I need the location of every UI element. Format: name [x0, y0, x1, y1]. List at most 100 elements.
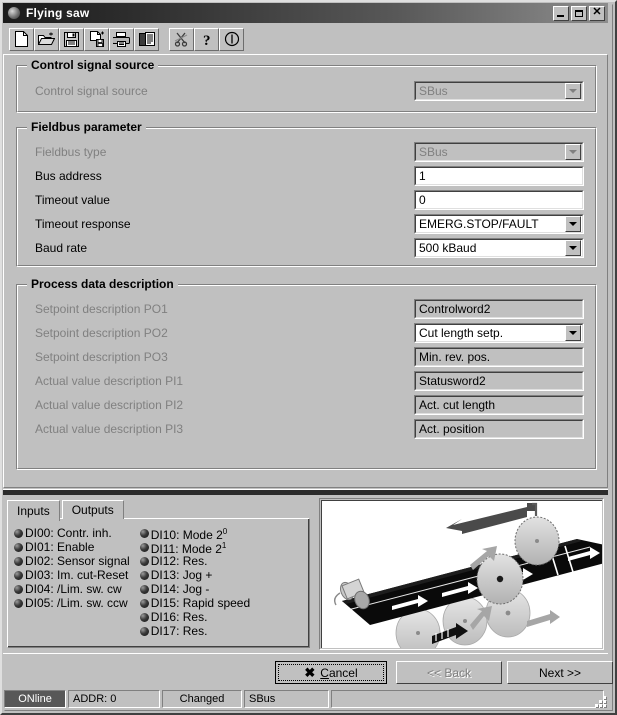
chevron-down-icon[interactable]	[565, 240, 581, 256]
cancel-button[interactable]: ✖ Cancel	[275, 661, 387, 684]
help-question-icon: ?	[203, 33, 211, 47]
splitter-bar[interactable]	[3, 489, 608, 495]
new-file-icon	[15, 31, 28, 47]
label-setpoint-po1: Setpoint description PO1	[35, 302, 168, 316]
textbox-bus-address[interactable]: 1	[414, 166, 584, 186]
digital-input-column-left: DI00: Contr. inh. DI01: Enable DI02: Sen…	[14, 526, 130, 638]
chevron-down-icon[interactable]	[565, 216, 581, 232]
toolbar-separator	[159, 39, 169, 40]
save-as-icon	[89, 31, 104, 47]
cancel-focus-ring: ✖ Cancel	[278, 664, 384, 681]
status-spacer	[331, 690, 604, 708]
value-actual-pi3: Act. position	[419, 422, 485, 436]
combobox-timeout-response[interactable]: EMERG.STOP/FAULT	[414, 214, 584, 234]
tab-outputs-label: Outputs	[71, 503, 114, 517]
tab-outputs[interactable]: Outputs	[61, 500, 124, 519]
led-indicator-icon	[139, 542, 149, 552]
value-actual-pi1: Statusword2	[419, 374, 486, 388]
illustration-panel	[319, 498, 604, 650]
di-label: DI15: Rapid speed	[150, 595, 251, 610]
label-actual-pi1: Actual value description PI1	[35, 374, 184, 388]
combobox-setpoint-po2[interactable]: Cut length setp.	[414, 323, 584, 343]
led-indicator-icon	[14, 542, 23, 552]
value-setpoint-po3: Min. rev. pos.	[419, 350, 491, 364]
save-button[interactable]	[59, 27, 84, 51]
field-row-setpoint-po1: Setpoint description PO1 Controlword2	[17, 299, 596, 320]
di-label: DI17: Res.	[150, 623, 208, 638]
field-row-actual-pi2: Actual value description PI2 Act. cut le…	[17, 395, 596, 416]
label-timeout-value: Timeout value	[35, 193, 110, 207]
combobox-face: EMERG.STOP/FAULT	[415, 215, 583, 233]
title-bar[interactable]: Flying saw ✕	[3, 3, 608, 23]
led-indicator-icon	[139, 528, 149, 538]
label-control-signal-source: Control signal source	[35, 84, 148, 98]
maximize-icon	[575, 9, 583, 17]
combobox-fieldbus-type[interactable]: SBus	[414, 142, 584, 162]
label-actual-pi2: Actual value description PI2	[35, 398, 184, 412]
di-label: DI16: Res.	[150, 609, 208, 624]
combobox-baud-rate[interactable]: 500 kBaud	[414, 238, 584, 258]
main-content: Control signal source Control signal sou…	[3, 54, 608, 488]
combobox-face: SBus	[415, 143, 583, 161]
combobox-face: 500 kBaud	[415, 239, 583, 257]
field-row-actual-pi3: Actual value description PI3 Act. positi…	[17, 419, 596, 440]
toolbar: ?	[3, 25, 608, 53]
help-button[interactable]: ?	[194, 27, 219, 51]
report-button[interactable]	[134, 27, 159, 51]
label-actual-pi3: Actual value description PI3	[35, 422, 184, 436]
field-row-control-signal-source: Control signal source SBus	[17, 81, 596, 102]
value-setpoint-po1: Controlword2	[419, 302, 491, 316]
chevron-down-icon[interactable]	[565, 325, 581, 341]
print-button[interactable]	[109, 27, 134, 51]
minimize-button[interactable]	[553, 5, 569, 21]
resize-grip-icon[interactable]	[592, 693, 606, 707]
io-tab-panel: Inputs Outputs DI00: Contr. inh. DI01: E…	[7, 500, 310, 648]
field-row-fieldbus-type: Fieldbus type SBus	[17, 142, 596, 163]
led-indicator-icon	[139, 570, 149, 580]
status-connection: ONline	[4, 690, 66, 708]
readonly-setpoint-po3: Min. rev. pos.	[414, 347, 584, 367]
info-button[interactable]	[219, 27, 244, 51]
next-button[interactable]: Next >>	[507, 661, 613, 684]
textbox-timeout-value[interactable]: 0	[414, 190, 584, 210]
readonly-actual-pi1: Statusword2	[414, 371, 584, 391]
di-label: DI13: Jog +	[150, 567, 213, 582]
group-title-process-data-description: Process data description	[27, 277, 178, 291]
save-disk-icon	[64, 31, 79, 47]
list-item: DI02: Sensor signal	[14, 554, 130, 568]
window-title: Flying saw	[26, 6, 90, 20]
field-row-actual-pi1: Actual value description PI1 Statusword2	[17, 371, 596, 392]
tab-strip: Inputs Outputs	[7, 500, 126, 521]
chevron-down-icon[interactable]	[565, 144, 581, 160]
di-label: DI05: /Lim. sw. ccw	[25, 595, 128, 610]
svg-text:?: ?	[203, 33, 211, 47]
digital-input-column-right: DI10: Mode 20 DI11: Mode 21 DI12: Res. D…	[139, 526, 251, 638]
combobox-face: Cut length setp.	[415, 324, 583, 342]
cut-button[interactable]	[169, 27, 194, 51]
cut-disabled-icon	[174, 32, 188, 47]
readonly-face: Controlword2	[415, 300, 583, 318]
readonly-face: Act. cut length	[415, 396, 583, 414]
close-button[interactable]: ✕	[589, 5, 605, 21]
list-item: DI01: Enable	[14, 540, 130, 554]
field-row-bus-address: Bus address 1	[17, 166, 596, 187]
combobox-control-signal-source[interactable]: SBus	[414, 81, 584, 101]
label-timeout-response: Timeout response	[35, 217, 131, 231]
new-file-button[interactable]	[9, 27, 34, 51]
tab-body-inputs: DI00: Contr. inh. DI01: Enable DI02: Sen…	[7, 518, 310, 648]
led-indicator-icon	[14, 584, 23, 594]
back-button[interactable]: << Back	[396, 661, 502, 684]
combobox-value-baud-rate: 500 kBaud	[419, 241, 477, 255]
readonly-actual-pi3: Act. position	[414, 419, 584, 439]
save-as-button[interactable]	[84, 27, 109, 51]
list-item: DI14: Jog -	[139, 582, 250, 596]
open-file-button[interactable]	[34, 27, 59, 51]
led-indicator-icon	[14, 570, 23, 580]
field-row-setpoint-po2: Setpoint description PO2 Cut length setp…	[17, 323, 596, 344]
field-row-timeout-value: Timeout value 0	[17, 190, 596, 211]
tab-inputs[interactable]: Inputs	[7, 500, 60, 521]
print-icon	[113, 31, 130, 47]
maximize-button[interactable]	[571, 5, 587, 21]
combobox-value-control-signal-source: SBus	[419, 84, 448, 98]
chevron-down-icon[interactable]	[565, 83, 581, 99]
